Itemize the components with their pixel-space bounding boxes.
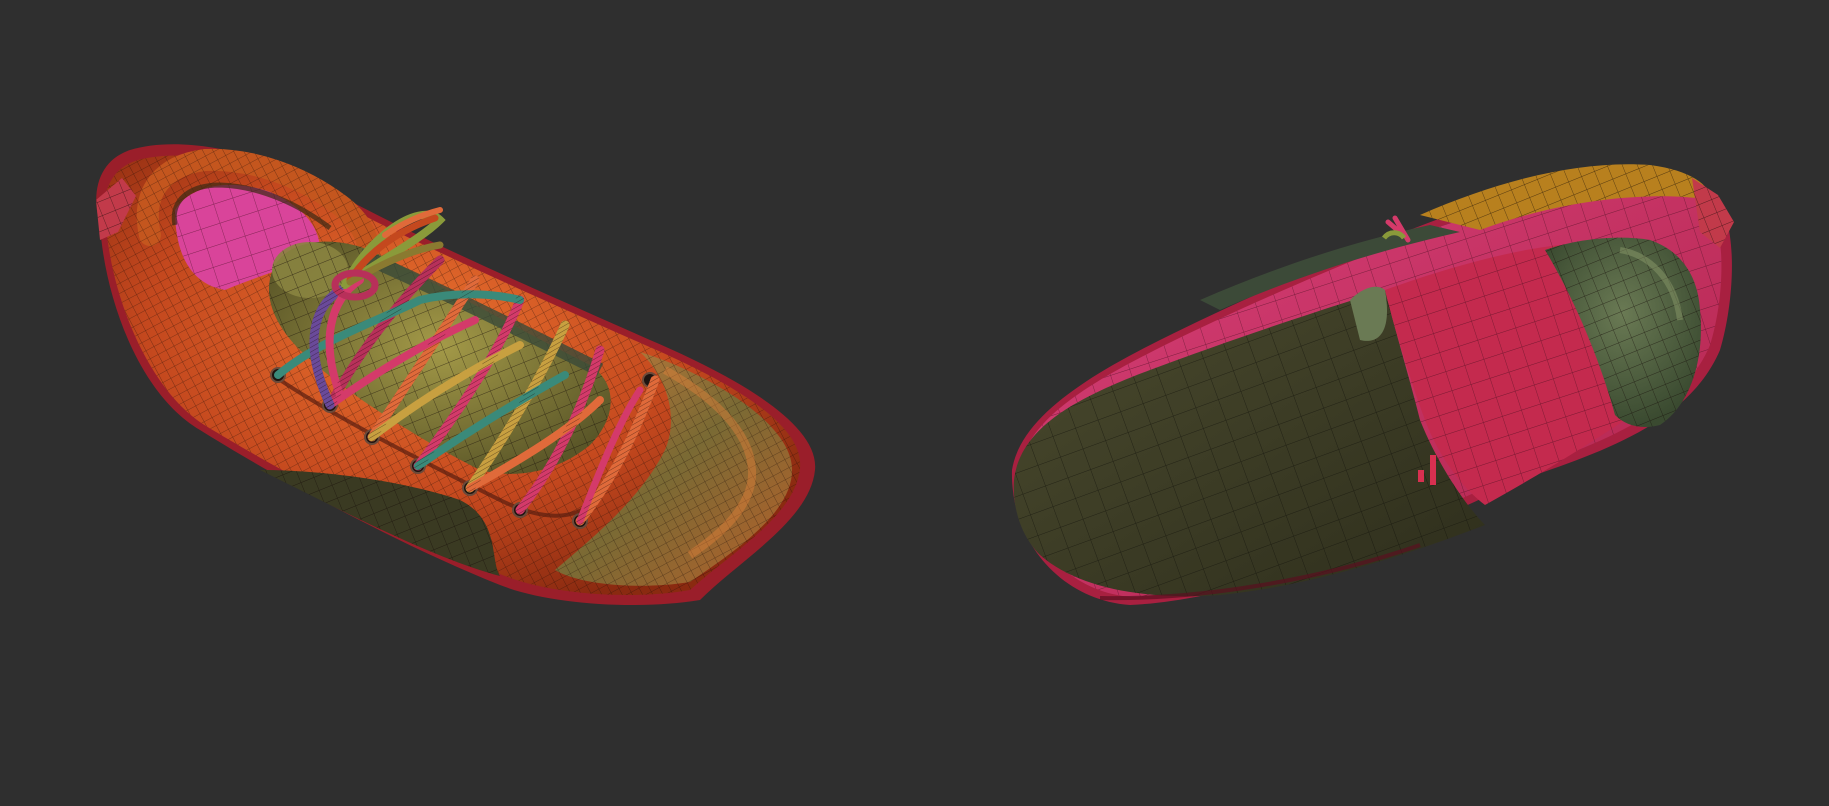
sole-marker <box>1418 470 1424 482</box>
scene-canvas <box>96 144 1734 606</box>
shoe-sole-view[interactable] <box>1011 164 1734 605</box>
sole-marker <box>1430 455 1436 485</box>
shoe-top-view[interactable] <box>96 144 816 606</box>
3d-viewport[interactable] <box>0 0 1829 806</box>
